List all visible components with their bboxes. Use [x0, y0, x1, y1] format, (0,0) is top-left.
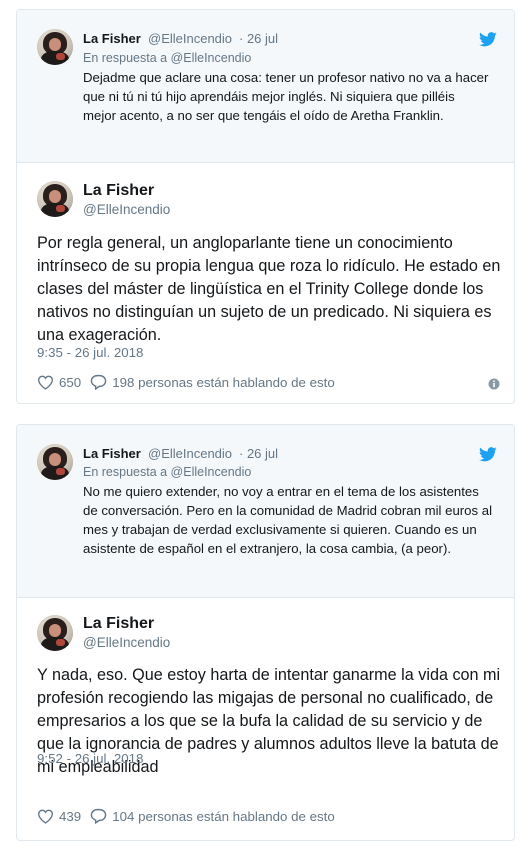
avatar[interactable] [37, 29, 73, 65]
info-icon[interactable] [488, 378, 500, 390]
tweet-card: La Fisher @ElleIncendio · 26 jul En resp… [16, 424, 515, 841]
tweet-card: La Fisher @ElleIncendio · 26 jul En resp… [16, 9, 515, 404]
quoted-tweet[interactable]: La Fisher @ElleIncendio · 26 jul En resp… [17, 425, 514, 598]
quoted-date[interactable]: · 26 jul [239, 31, 278, 46]
reply-to-label[interactable]: En respuesta a @ElleIncendio [83, 51, 251, 65]
author-name[interactable]: La Fisher [83, 615, 154, 633]
tweet-actions: 439 104 personas están hablando de esto [37, 805, 335, 827]
reply-to-label[interactable]: En respuesta a @ElleIncendio [83, 465, 251, 479]
quoted-date[interactable]: · 26 jul [239, 446, 278, 461]
avatar[interactable] [37, 615, 73, 651]
quoted-author-name[interactable]: La Fisher [83, 31, 141, 46]
quoted-tweet-text: Dejadme que aclare una cosa: tener un pr… [83, 70, 489, 123]
reply-bubble-icon[interactable] [90, 808, 107, 824]
quoted-author-name[interactable]: La Fisher [83, 446, 141, 461]
like-count[interactable]: 439 [59, 809, 81, 824]
heart-icon[interactable] [37, 809, 54, 824]
tweet-text: Por regla general, un angloparlante tien… [37, 234, 501, 344]
author-name[interactable]: La Fisher [83, 182, 154, 200]
twitter-bird-icon[interactable] [479, 32, 497, 47]
tweet-timestamp[interactable]: 9:52 - 26 jul. 2018 [37, 751, 143, 766]
quoted-author-handle[interactable]: @ElleIncendio [148, 446, 232, 461]
heart-icon[interactable] [37, 375, 54, 390]
author-handle[interactable]: @ElleIncendio [83, 202, 170, 217]
twitter-bird-icon[interactable] [479, 447, 497, 462]
tweet-actions: 650 198 personas están hablando de esto [37, 371, 335, 393]
conversation-count[interactable]: 104 personas están hablando de esto [112, 809, 335, 824]
avatar[interactable] [37, 444, 73, 480]
avatar[interactable] [37, 181, 73, 217]
reply-bubble-icon[interactable] [90, 374, 107, 390]
quoted-author-handle[interactable]: @ElleIncendio [148, 31, 232, 46]
quoted-tweet[interactable]: La Fisher @ElleIncendio · 26 jul En resp… [17, 10, 514, 163]
author-handle[interactable]: @ElleIncendio [83, 635, 170, 650]
like-count[interactable]: 650 [59, 375, 81, 390]
conversation-count[interactable]: 198 personas están hablando de esto [112, 375, 335, 390]
quoted-tweet-text: No me quiero extender, no voy a entrar e… [83, 484, 493, 556]
tweet-timestamp[interactable]: 9:35 - 26 jul. 2018 [37, 345, 143, 360]
